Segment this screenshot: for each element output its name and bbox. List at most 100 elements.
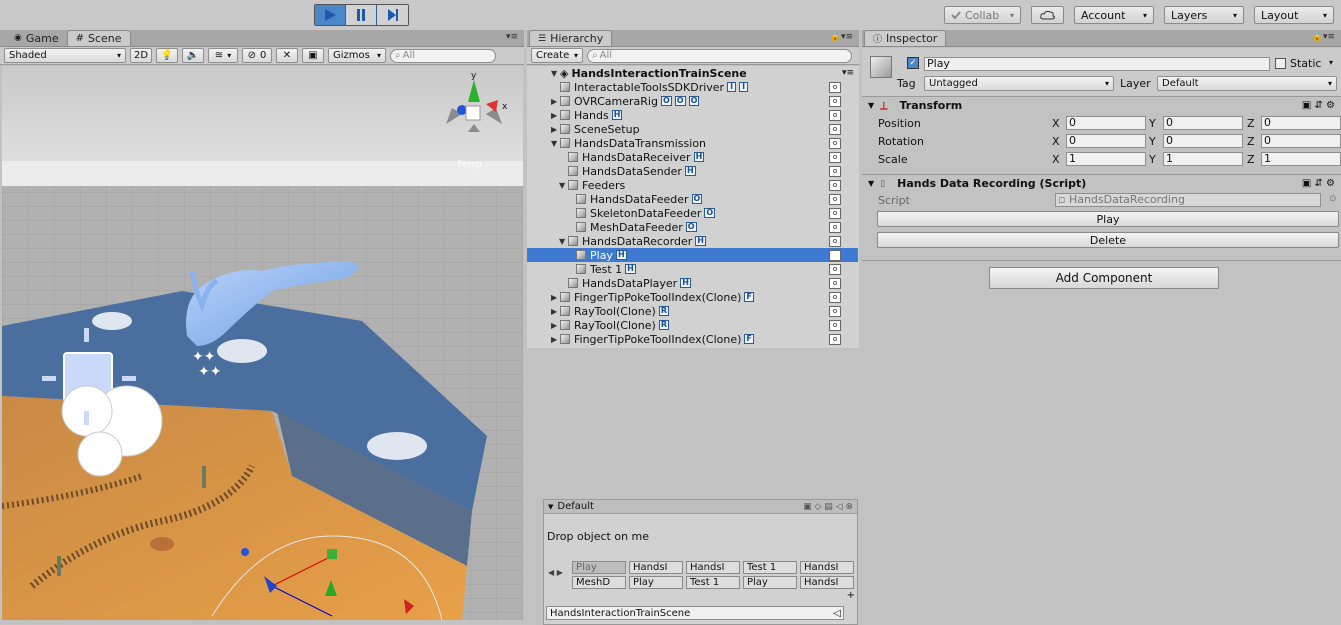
active-checkbox[interactable]: ✓ [907, 57, 919, 69]
visibility-toggle-icon[interactable]: o [829, 81, 841, 93]
lighting-toggle[interactable]: 💡 [156, 48, 178, 63]
visibility-toggle-icon[interactable]: o [829, 291, 841, 303]
object-slot[interactable]: HandsI [800, 576, 854, 589]
hierarchy-row[interactable]: HandsDataPlayer Ho [527, 276, 858, 290]
hierarchy-row[interactable]: MeshDataFeeder Oo [527, 220, 858, 234]
object-slot[interactable]: HandsI [629, 561, 683, 574]
layer-dropdown[interactable]: Default ▾ [1157, 76, 1337, 91]
tab-inspector[interactable]: ⓘ Inspector [864, 30, 947, 46]
rotation-z-input[interactable]: 0 [1261, 134, 1341, 148]
gizmos-dropdown[interactable]: Gizmos ▾ [328, 48, 386, 63]
hierarchy-row[interactable]: ▶ OVRCameraRig O O Oo [527, 94, 858, 108]
visibility-toggle-icon[interactable]: o [829, 249, 841, 261]
hierarchy-row[interactable]: ▼ HandsDataRecorder Ho [527, 234, 858, 248]
tag-dropdown[interactable]: Untagged ▾ [924, 76, 1114, 91]
effects-dropdown[interactable]: ≋ ▾ [208, 48, 238, 63]
cloud-button[interactable] [1031, 6, 1064, 24]
visibility-toggle-icon[interactable]: o [829, 137, 841, 149]
hierarchy-row[interactable]: InteractableToolsSDKDriver I Io [527, 80, 858, 94]
play-button[interactable] [315, 5, 346, 25]
lock-menu-icon[interactable]: 🔒▾≡ [1312, 32, 1335, 42]
scale-x-input[interactable]: 1 [1066, 152, 1146, 166]
object-slot[interactable]: Play [743, 576, 797, 589]
position-y-input[interactable]: 0 [1163, 116, 1243, 130]
static-checkbox[interactable] [1275, 58, 1286, 69]
expand-arrow-icon[interactable]: ▼ [559, 237, 568, 246]
expand-arrow-icon[interactable]: ▼ [551, 69, 560, 78]
expand-arrow-icon[interactable]: ▶ [551, 307, 560, 316]
panel-menu-icon[interactable]: ▾≡ [506, 32, 518, 42]
hierarchy-row[interactable]: ▼ HandsDataTransmission o [527, 136, 858, 150]
hierarchy-row[interactable]: ▶ FingerTipPokeToolIndex(Clone) Fo [527, 290, 858, 304]
visibility-toggle-icon[interactable]: o [829, 109, 841, 121]
play-recording-button[interactable]: Play [877, 211, 1339, 227]
hierarchy-row[interactable]: HandsDataSender Ho [527, 164, 858, 178]
layers-dropdown[interactable]: Layers ▾ [1164, 6, 1244, 24]
visibility-toggle-icon[interactable]: o [829, 333, 841, 345]
object-slot[interactable]: Play [572, 561, 626, 574]
visibility-toggle-icon[interactable]: o [829, 277, 841, 289]
rotation-y-input[interactable]: 0 [1163, 134, 1243, 148]
rotation-x-input[interactable]: 0 [1066, 134, 1146, 148]
hierarchy-row[interactable]: HandsDataReceiver Ho [527, 150, 858, 164]
scene-menu-icon[interactable]: ▾≡ [842, 68, 854, 78]
add-icon[interactable]: + [847, 590, 855, 601]
layout-dropdown[interactable]: Layout ▾ [1254, 6, 1334, 24]
hidden-objects-toggle[interactable]: ⊘ 0 [242, 48, 272, 63]
panel-controls-icon[interactable]: ▣ ◇ ▤ ◁ ⊗ [803, 502, 853, 512]
visibility-toggle-icon[interactable]: o [829, 165, 841, 177]
expand-arrow-icon[interactable]: ▶ [551, 335, 560, 344]
hierarchy-row[interactable]: ▶ FingerTipPokeToolIndex(Clone) Fo [527, 332, 858, 346]
expand-arrow-icon[interactable]: ▼ [559, 181, 568, 190]
hierarchy-row[interactable]: Play Ho [527, 248, 858, 262]
visibility-toggle-icon[interactable]: o [829, 193, 841, 205]
visibility-toggle-icon[interactable]: o [829, 123, 841, 135]
expand-arrow-icon[interactable]: ▶ [551, 321, 560, 330]
visibility-toggle-icon[interactable]: o [829, 207, 841, 219]
hierarchy-row[interactable]: ▶ SceneSetup o [527, 122, 858, 136]
scene-search-input[interactable]: ⌕ All [390, 48, 496, 63]
scene-viewport[interactable]: ✦✦ ✦✦ y x Persp [2, 66, 523, 620]
expand-arrow-icon[interactable]: ▶ [551, 293, 560, 302]
step-button[interactable] [377, 5, 408, 25]
delete-recording-button[interactable]: Delete [877, 232, 1339, 248]
visibility-toggle-icon[interactable]: o [829, 305, 841, 317]
camera-dropdown[interactable]: ▣ [302, 48, 324, 63]
tab-hierarchy[interactable]: ☰ Hierarchy [529, 30, 613, 46]
hierarchy-row[interactable]: ▶ RayTool(Clone) Ro [527, 304, 858, 318]
tab-scene[interactable]: # Scene [66, 30, 131, 46]
expand-arrow-icon[interactable]: ▼ [551, 139, 560, 148]
object-slot[interactable]: MeshD [572, 576, 626, 589]
visibility-toggle-icon[interactable]: o [829, 263, 841, 275]
transform-header[interactable]: ▼ ⟂ Transform ▣ ⇵ ⚙ [862, 96, 1341, 114]
hierarchy-row[interactable]: ▶ Hands Ho [527, 108, 858, 122]
tools-toggle[interactable]: ✕ [276, 48, 298, 63]
object-picker-icon[interactable]: ⊙ [1329, 194, 1337, 204]
hierarchy-row[interactable]: ▶ RayTool(Clone) Ro [527, 318, 858, 332]
position-x-input[interactable]: 0 [1066, 116, 1146, 130]
scale-z-input[interactable]: 1 [1261, 152, 1341, 166]
scene-field[interactable]: HandsInteractionTrainScene ◁ [546, 606, 844, 620]
visibility-toggle-icon[interactable]: o [829, 221, 841, 233]
expand-arrow-icon[interactable]: ▼ [868, 101, 874, 110]
pause-button[interactable] [346, 5, 377, 25]
shading-mode-dropdown[interactable]: Shaded ▾ [4, 48, 126, 63]
expand-arrow-icon[interactable]: ▶ [551, 111, 560, 120]
hierarchy-row[interactable]: SkeletonDataFeeder Oo [527, 206, 858, 220]
hierarchy-row[interactable]: Test 1Ho [527, 262, 858, 276]
visibility-toggle-icon[interactable]: o [829, 319, 841, 331]
visibility-toggle-icon[interactable]: o [829, 151, 841, 163]
audio-toggle[interactable]: 🔈 [182, 48, 204, 63]
create-dropdown[interactable]: Create ▾ [531, 48, 583, 63]
hierarchy-row[interactable]: ▼ Feeders o [527, 178, 858, 192]
object-slot[interactable]: Test 1 [686, 576, 740, 589]
lock-menu-icon[interactable]: 🔒▾≡ [830, 32, 853, 42]
object-slot[interactable]: HandsI [800, 561, 854, 574]
hierarchy-search-input[interactable]: ⌕ All [587, 48, 852, 63]
scene-root-row[interactable]: ▼ ◈ HandsInteractionTrainScene ▾≡ [527, 66, 858, 80]
visibility-toggle-icon[interactable]: o [829, 235, 841, 247]
expand-arrow-icon[interactable]: ▶ [551, 97, 560, 106]
object-name-input[interactable]: Play [924, 57, 1270, 71]
expand-arrow-icon[interactable]: ▶ [551, 125, 560, 134]
component-settings-icon[interactable]: ▣ ⇵ ⚙ [1302, 100, 1335, 111]
